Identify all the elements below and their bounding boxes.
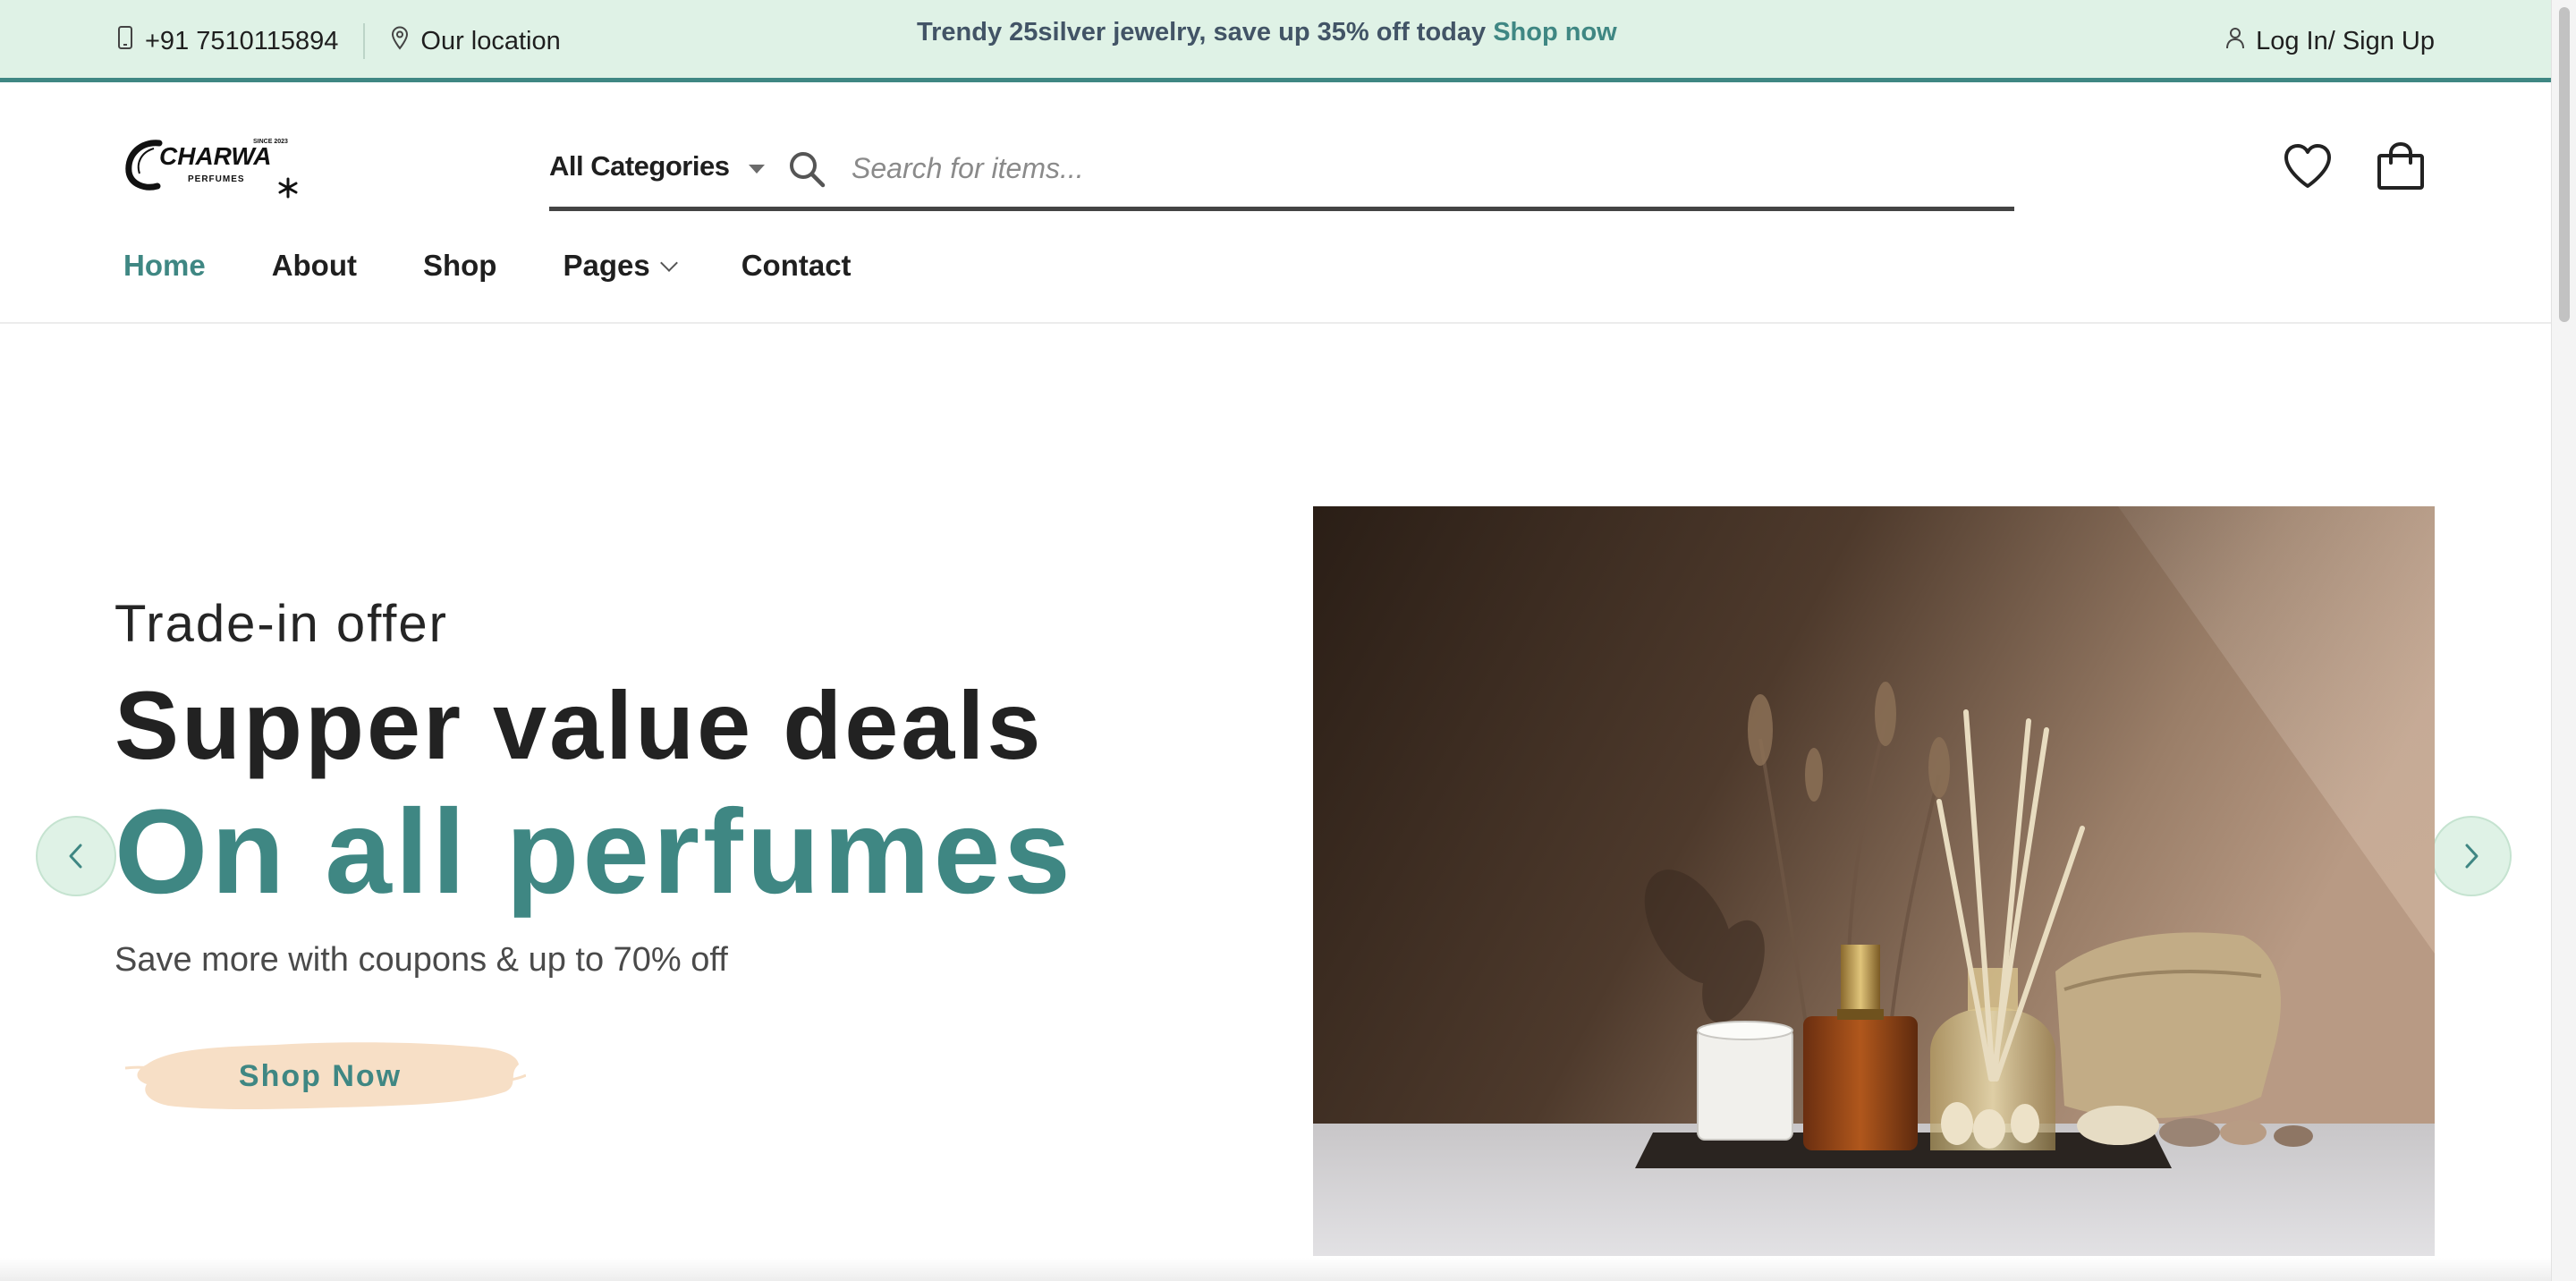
top-announcement-bar: +91 7510115894 Our location Trendy 25sil… [0,0,2551,82]
main-nav: Home About Shop Pages Contact [123,249,918,283]
search-input[interactable] [852,143,1979,193]
hero-title: Supper value deals [114,671,1044,779]
phone-number: +91 7510115894 [145,26,339,55]
nav-label: Pages [563,249,650,282]
promo-shop-link[interactable]: Shop now [1493,18,1617,47]
logo-wordmark: CHARWA [159,142,271,170]
carousel-next-button[interactable] [2431,816,2512,896]
location-link[interactable]: Our location [390,25,561,57]
carousel-prev-button[interactable] [36,816,116,896]
caret-down-icon [749,165,766,174]
shop-now-label: Shop Now [238,1058,402,1093]
nav-item-contact[interactable]: Contact [741,249,852,283]
page-scrollbar[interactable] [2551,0,2576,1281]
logo-subtitle: PERFUMES [188,174,245,184]
header-divider [0,322,2551,324]
contact-info: +91 7510115894 Our location [116,21,561,61]
chevron-left-icon [69,844,82,869]
nav-label: Contact [741,249,852,282]
location-label: Our location [420,26,561,55]
divider [363,23,366,59]
nav-item-pages[interactable]: Pages [563,249,678,283]
search-icon[interactable] [787,149,826,189]
promo-text: Trendy 25silver jewelry, save up 35% off… [917,18,1487,47]
chevron-right-icon [2465,844,2479,869]
heart-icon[interactable] [2283,143,2333,190]
category-label: All Categories [549,150,730,182]
logo-since: SINCE 2023 [253,139,288,145]
chevron-down-icon [659,254,678,272]
phone-icon [116,25,134,57]
nav-item-about[interactable]: About [272,249,357,283]
hero-title-accent: On all perfumes [114,785,1074,919]
category-dropdown[interactable]: All Categories [549,150,766,182]
nav-label: About [271,249,357,282]
brand-logo[interactable]: CHARWA SINCE 2023 PERFUMES [123,132,308,204]
nav-label: Shop [422,249,497,282]
login-label: Log In/ Sign Up [2256,26,2435,55]
shopping-bag-icon[interactable] [2376,141,2426,191]
shop-now-button[interactable]: Shop Now [114,1029,526,1124]
nav-item-shop[interactable]: Shop [423,249,496,283]
user-icon [2225,26,2245,56]
hero-kicker: Trade-in offer [114,595,448,653]
location-pin-icon [390,25,410,57]
nav-item-home[interactable]: Home [123,249,206,283]
hero-subtitle: Save more with coupons & up to 70% off [114,941,728,979]
nav-label: Home [123,249,206,282]
promo-message: Trendy 25silver jewelry, save up 35% off… [917,18,1617,47]
section-fade [0,1258,2551,1281]
hero-product-image [1313,506,2435,1256]
login-signup-link[interactable]: Log In/ Sign Up [2225,21,2435,61]
phone-contact[interactable]: +91 7510115894 [116,25,338,57]
scrollbar-thumb[interactable] [2559,7,2570,322]
